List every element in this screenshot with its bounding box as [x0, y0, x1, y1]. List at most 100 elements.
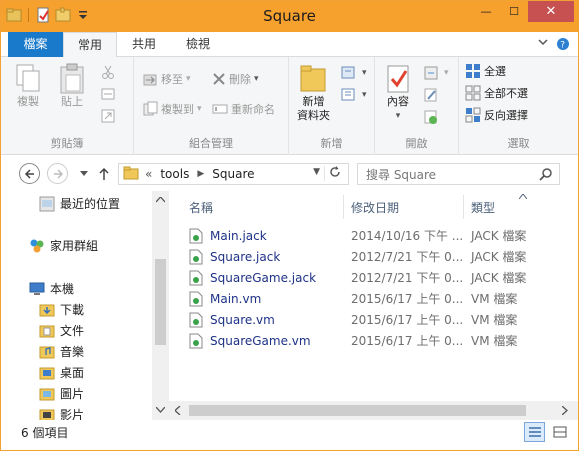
scroll-left-icon[interactable] [175, 406, 181, 415]
nav-item-recent-places[interactable]: 最近的位置 [39, 195, 120, 212]
nav-item-label: 影片 [60, 408, 85, 420]
open-button[interactable]: ▾ [423, 65, 449, 81]
file-name: Square.vm [210, 312, 275, 327]
address-dropdown-icon[interactable]: ▼ [313, 167, 320, 177]
navigation-pane: 最近的位置 家用群組 本機 下載 文件 音樂 桌面 圖片 影片 [1, 191, 169, 420]
nav-item-label: 本機 [50, 282, 75, 296]
new-item-button[interactable]: ▾ [341, 65, 367, 81]
nav-item-desktop[interactable]: 桌面 [39, 364, 84, 381]
column-divider[interactable] [463, 195, 464, 219]
file-row[interactable]: Square.vm 2015/6/17 上午 0... VM 檔案 [184, 309, 574, 330]
large-icons-view-button[interactable] [549, 422, 570, 442]
copy-to-label: 複製到 [161, 103, 194, 116]
edit-button[interactable] [423, 87, 439, 103]
move-to-label: 移至 [161, 73, 183, 86]
help-icon[interactable]: ? [556, 37, 570, 54]
search-icon[interactable] [539, 167, 553, 184]
file-row[interactable]: SquareGame.vm 2015/6/17 上午 0... VM 檔案 [184, 330, 574, 351]
expand-ribbon-icon[interactable] [538, 37, 548, 54]
tab-view[interactable]: 檢視 [171, 32, 225, 57]
refresh-icon[interactable] [324, 166, 344, 181]
scroll-up-icon[interactable] [156, 197, 165, 203]
paste-shortcut-button[interactable] [101, 109, 115, 123]
breadcrumb-tools[interactable]: tools [160, 167, 189, 181]
tab-home[interactable]: 常用 [63, 32, 117, 58]
nav-item-documents[interactable]: 文件 [39, 322, 84, 339]
window-controls: — ☐ ✕ [472, 1, 574, 22]
nav-item-music[interactable]: 音樂 [39, 343, 84, 360]
search-box[interactable]: 搜尋 Square [357, 163, 560, 185]
file-name: SquareGame.vm [210, 333, 311, 348]
properties-label: 內容 [387, 95, 409, 108]
recent-locations-button[interactable] [73, 163, 94, 184]
title-bar[interactable]: Square — ☐ ✕ [1, 1, 578, 32]
copy-button[interactable]: 複製 [13, 63, 43, 109]
breadcrumb-separator-icon[interactable]: ▶ [197, 169, 204, 179]
copy-icon [16, 64, 40, 92]
scrollbar-thumb[interactable] [155, 259, 166, 345]
forward-button[interactable] [47, 163, 68, 184]
properties-button[interactable]: 內容 ▾ [383, 63, 413, 123]
rename-button[interactable]: 重新命名 [212, 101, 275, 117]
column-header-type[interactable]: 類型 [471, 199, 495, 216]
paste-button[interactable]: 貼上 [57, 63, 87, 109]
this-pc-icon [29, 282, 45, 295]
open-group-label: 開啟 [405, 137, 428, 150]
invert-selection-button[interactable]: 反向選擇 [465, 107, 528, 123]
column-header-name[interactable]: 名稱 [189, 199, 213, 216]
nav-item-videos[interactable]: 影片 [39, 406, 84, 420]
up-button[interactable] [93, 163, 114, 184]
navigation-pane-scrollbar[interactable] [152, 191, 169, 420]
properties-icon [387, 65, 409, 93]
file-row[interactable]: Main.vm 2015/6/17 上午 0... VM 檔案 [184, 288, 574, 309]
copy-to-button[interactable]: 複製到 ▾ [142, 101, 202, 117]
horizontal-scrollbar[interactable] [169, 401, 578, 420]
copy-label: 複製 [17, 95, 39, 108]
scrollbar-thumb[interactable] [189, 405, 526, 416]
nav-item-label: 下載 [60, 303, 85, 317]
tab-share[interactable]: 共用 [117, 32, 171, 57]
easy-access-button[interactable]: ▾ [341, 87, 367, 103]
maximize-button[interactable]: ☐ [500, 1, 528, 22]
select-none-button[interactable]: 全部不選 [465, 85, 528, 101]
history-button[interactable] [423, 109, 439, 125]
invert-selection-label: 反向選擇 [484, 109, 528, 122]
breadcrumb-square[interactable]: Square [212, 167, 254, 181]
copy-path-button[interactable] [101, 87, 115, 101]
breadcrumb-overflow[interactable]: « [145, 167, 152, 181]
close-button[interactable]: ✕ [528, 1, 574, 22]
tab-file[interactable]: 檔案 [8, 32, 63, 57]
delete-button[interactable]: 刪除 ▾ [212, 71, 259, 87]
scroll-right-icon[interactable] [562, 406, 568, 415]
file-row[interactable]: Main.jack 2014/10/16 下午 ... JACK 檔案 [184, 225, 574, 246]
select-none-icon [465, 85, 481, 101]
nav-item-this-pc[interactable]: 本機 [29, 280, 74, 297]
minimize-button[interactable]: — [472, 1, 500, 22]
select-all-label: 全選 [484, 65, 506, 78]
move-to-button[interactable]: 移至 ▾ [142, 71, 191, 87]
ribbon: 複製 貼上 剪貼簿 移至 ▾ 刪除 ▾ 複製到 ▾ 重新命名 組合管理 新增 資… [1, 57, 578, 155]
column-header-date[interactable]: 修改日期 [351, 199, 399, 216]
file-date: 2014/10/16 下午 ... [351, 229, 464, 243]
details-view-button[interactable] [524, 422, 545, 442]
nav-item-downloads[interactable]: 下載 [39, 301, 84, 318]
scissors-icon [102, 65, 114, 79]
new-item-icon [341, 66, 355, 79]
file-icon [189, 312, 203, 328]
file-row[interactable]: SquareGame.jack 2012/7/21 下午 0... JACK 檔… [184, 267, 574, 288]
back-arrow-icon [24, 168, 34, 179]
nav-item-homegroup[interactable]: 家用群組 [29, 237, 98, 254]
file-type: VM 檔案 [471, 313, 518, 327]
scroll-down-icon[interactable] [156, 407, 165, 413]
cut-button[interactable] [101, 65, 115, 79]
select-all-button[interactable]: 全選 [465, 63, 506, 79]
file-row[interactable]: Square.jack 2012/7/21 下午 0... JACK 檔案 [184, 246, 574, 267]
file-type: JACK 檔案 [471, 271, 527, 285]
nav-item-pictures[interactable]: 圖片 [39, 385, 84, 402]
navigation-bar: « tools ▶ Square ▼ 搜尋 Square [1, 155, 578, 191]
file-type: VM 檔案 [471, 292, 518, 306]
column-divider[interactable] [343, 195, 344, 219]
back-button[interactable] [19, 163, 40, 184]
new-folder-button[interactable]: 新增 資料夾 [297, 63, 330, 123]
address-bar[interactable]: « tools ▶ Square ▼ [118, 163, 349, 185]
